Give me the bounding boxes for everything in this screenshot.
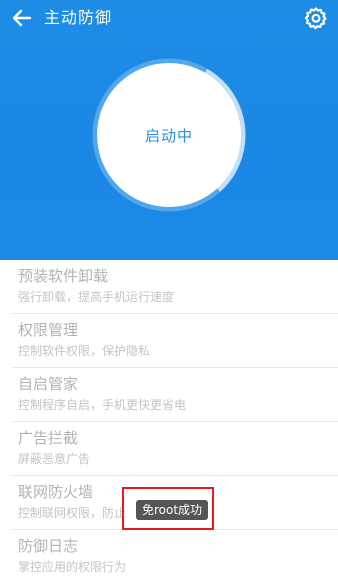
list-item-title: 预装软件卸载: [18, 267, 109, 285]
top-bar: 主动防御: [0, 0, 338, 36]
list-item-ad-blocking[interactable]: 广告拦截 屏蔽恶意广告: [12, 422, 338, 476]
status-label: 启动中: [144, 126, 193, 145]
list-item-title: 自启管家: [18, 375, 79, 393]
list-item-desc: 屏蔽恶意广告: [18, 452, 91, 466]
list-item-title: 防御日志: [18, 537, 79, 555]
back-button[interactable]: [10, 6, 34, 30]
feature-list: 预装软件卸载 强行卸载，提高手机运行速度 权限管理 控制软件权限，保护隐私 自启…: [0, 260, 338, 578]
list-item-desc: 强行卸载，提高手机运行速度: [18, 290, 175, 304]
list-item-title: 权限管理: [18, 321, 79, 339]
gear-icon: [304, 7, 327, 30]
list-item-title: 广告拦截: [18, 429, 79, 447]
list-item-preinstalled-uninstall[interactable]: 预装软件卸载 强行卸载，提高手机运行速度: [12, 260, 338, 314]
back-arrow-icon: [12, 9, 32, 27]
list-item-title: 联网防火墙: [18, 483, 94, 501]
status-circle-button[interactable]: 启动中: [97, 63, 241, 207]
list-item-autostart-manager[interactable]: 自启管家 控制程序自启，手机更快更省电: [12, 368, 338, 422]
list-item-desc: 控制程序自启，手机更快更省电: [18, 398, 187, 412]
list-item-desc: 掌控应用的权限行为: [18, 560, 127, 574]
list-item-permission-manager[interactable]: 权限管理 控制软件权限，保护隐私: [12, 314, 338, 368]
screen: 主动防御 启动中 预装软件卸载 强行卸载，提高手机运行速度 权限管理 控制软件权…: [0, 0, 338, 578]
list-item-desc: 控制软件权限，保护隐私: [18, 344, 151, 358]
list-item-defense-log[interactable]: 防御日志 掌控应用的权限行为: [12, 530, 338, 578]
page-title: 主动防御: [44, 8, 113, 27]
toast-message: 免root成功: [136, 500, 209, 520]
header-panel: 主动防御 启动中: [0, 0, 338, 260]
settings-button[interactable]: [304, 6, 328, 30]
list-item-desc: 控制联网权限，防止: [18, 506, 127, 520]
protection-status-ring: 启动中: [92, 58, 246, 212]
